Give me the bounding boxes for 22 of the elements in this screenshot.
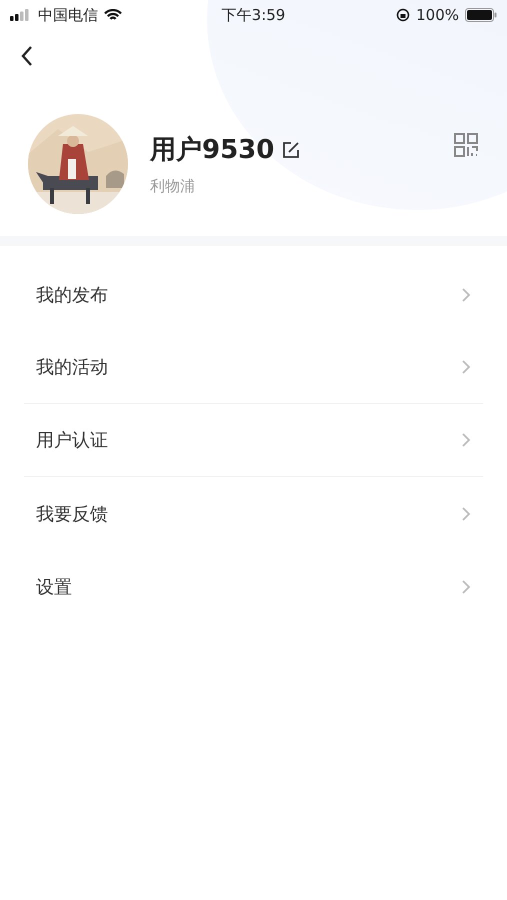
chevron-icon xyxy=(461,432,471,448)
menu-item[interactable]: 我的发布 xyxy=(24,258,483,331)
wifi-icon xyxy=(104,8,122,22)
edit-icon[interactable] xyxy=(282,140,300,158)
menu-item[interactable]: 我的活动 xyxy=(24,331,483,404)
chevron-icon xyxy=(461,578,471,594)
clock-time: 下午3:59 xyxy=(222,6,286,24)
user-name: 用户9530 xyxy=(150,134,274,167)
battery-percent: 100% xyxy=(416,6,459,24)
carrier-name: 中国电信 xyxy=(38,6,98,24)
chevron-icon xyxy=(461,359,471,375)
qr-code-button[interactable] xyxy=(453,132,479,158)
user-location: 利物浦 xyxy=(150,177,196,196)
chevron-icon xyxy=(461,506,471,522)
rotation-lock-icon xyxy=(396,8,410,22)
menu-item[interactable]: 用户认证 xyxy=(24,404,483,477)
battery-icon xyxy=(465,8,497,22)
chevron-icon xyxy=(461,286,471,302)
qr-code-icon xyxy=(453,132,479,158)
menu-item[interactable]: 我要反馈 xyxy=(24,477,483,550)
menu-item[interactable]: 设置 xyxy=(24,550,483,623)
back-icon xyxy=(20,45,34,67)
